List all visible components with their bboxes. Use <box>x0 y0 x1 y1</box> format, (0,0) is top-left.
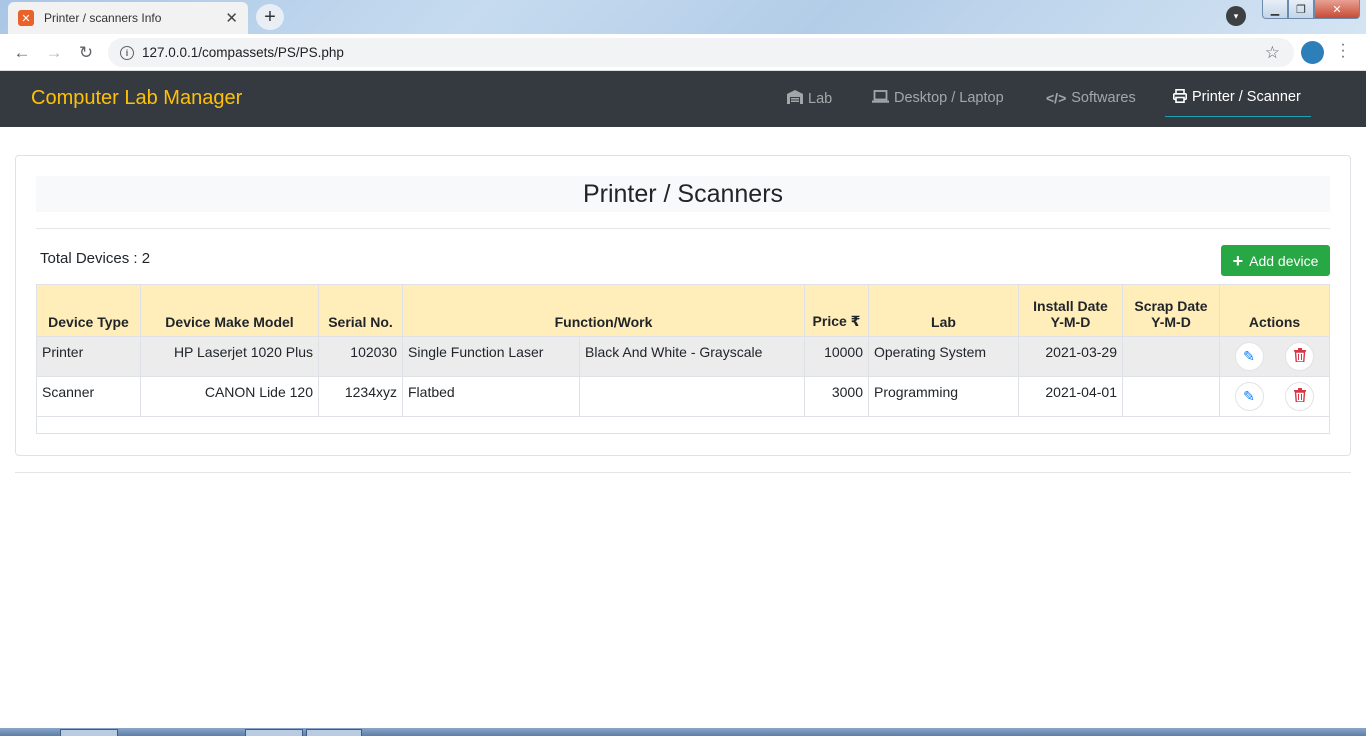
nav-label: Printer / Scanner <box>1192 89 1301 105</box>
nav-item-desktop-laptop[interactable]: Desktop / Laptop <box>872 90 1004 106</box>
laptop-icon <box>872 90 889 106</box>
edit-button[interactable]: ✎ <box>1234 342 1264 371</box>
warehouse-icon <box>787 90 803 107</box>
tab-title: Printer / scanners Info <box>44 11 162 25</box>
nav-item-printer-scanner[interactable]: Printer / Scanner <box>1165 89 1311 117</box>
taskbar-item[interactable] <box>306 729 362 736</box>
cell-function: Flatbed <box>402 376 580 417</box>
close-tab-icon[interactable]: ✕ <box>225 9 238 27</box>
nav-label: Softwares <box>1071 90 1136 106</box>
header-price: Price ₹ <box>804 284 869 337</box>
total-devices: Total Devices : 2 <box>40 250 151 267</box>
nav-label: Lab <box>808 90 833 107</box>
taskbar-item[interactable] <box>60 729 118 736</box>
cell-make-model: HP Laserjet 1020 Plus <box>140 336 319 377</box>
cell-work <box>579 376 805 417</box>
cell-install-date: 2021-03-29 <box>1018 336 1123 377</box>
browser-menu-icon[interactable]: · · · <box>1337 37 1349 65</box>
cell-function: Single Function Laser <box>402 336 580 377</box>
table-header-row: Device Type Device Make Model Serial No.… <box>36 284 1330 337</box>
cell-serial: 102030 <box>318 336 403 377</box>
header-device-type: Device Type <box>36 284 141 337</box>
trash-icon <box>1293 348 1306 365</box>
bookmark-star-icon[interactable]: ☆ <box>1265 43 1280 63</box>
printer-icon <box>1173 89 1187 106</box>
nav-item-softwares[interactable]: </> Softwares <box>1046 90 1136 106</box>
cell-make-model: CANON Lide 120 <box>140 376 319 417</box>
devices-table: Device Type Device Make Model Serial No.… <box>36 284 1330 434</box>
profile-avatar[interactable] <box>1301 41 1324 64</box>
table-row: Scanner CANON Lide 120 1234xyz Flatbed 3… <box>36 376 1330 417</box>
header-actions: Actions <box>1219 284 1330 337</box>
cell-price: 3000 <box>804 376 869 417</box>
page-divider <box>15 472 1351 473</box>
header-install-line1: Install Date <box>1033 298 1108 314</box>
devices-card: Printer / Scanners Total Devices : 2 + A… <box>15 155 1351 456</box>
card-header: Printer / Scanners <box>36 176 1330 212</box>
header-make-model: Device Make Model <box>140 284 319 337</box>
delete-button[interactable] <box>1285 342 1315 371</box>
url-text[interactable]: 127.0.0.1/compassets/PS/PS.php <box>142 45 344 60</box>
os-taskbar <box>0 728 1366 736</box>
edit-icon: ✎ <box>1243 348 1255 364</box>
cell-device-type: Scanner <box>36 376 141 417</box>
header-scrap-line1: Scrap Date <box>1134 298 1208 314</box>
back-icon[interactable]: ← <box>10 41 34 65</box>
cell-price: 10000 <box>804 336 869 377</box>
header-function: Function/Work <box>402 284 805 337</box>
cell-serial: 1234xyz <box>318 376 403 417</box>
browser-tab[interactable]: ✕ Printer / scanners Info ✕ <box>8 2 248 34</box>
site-navbar: Computer Lab Manager Lab Desktop / Lapto… <box>0 71 1366 127</box>
header-install-line2: Y-M-D <box>1050 314 1091 330</box>
cell-lab: Programming <box>868 376 1019 417</box>
xampp-icon: ✕ <box>18 10 34 26</box>
reload-icon[interactable]: ↻ <box>74 41 98 65</box>
edit-button[interactable]: ✎ <box>1234 382 1264 411</box>
browser-tabstrip: ✕ Printer / scanners Info ✕ + ▾ ▁ ❐ ✕ <box>0 0 1366 34</box>
tab-search-icon[interactable]: ▾ <box>1226 6 1246 26</box>
cell-scrap-date <box>1122 336 1220 377</box>
header-scrap-date: Scrap Date Y-M-D <box>1122 284 1220 337</box>
header-scrap-line2: Y-M-D <box>1151 314 1191 330</box>
taskbar-item[interactable] <box>245 729 303 736</box>
brand-link[interactable]: Computer Lab Manager <box>31 87 242 110</box>
nav-item-lab[interactable]: Lab <box>787 90 832 107</box>
maximize-button[interactable]: ❐ <box>1288 0 1314 19</box>
header-serial: Serial No. <box>318 284 403 337</box>
nav-label: Desktop / Laptop <box>894 90 1004 106</box>
cell-device-type: Printer <box>36 336 141 377</box>
table-footer-row <box>36 416 1330 434</box>
cell-lab: Operating System <box>868 336 1019 377</box>
new-tab-button[interactable]: + <box>256 4 284 30</box>
table-row: Printer HP Laserjet 1020 Plus 102030 Sin… <box>36 336 1330 377</box>
cell-install-date: 2021-04-01 <box>1018 376 1123 417</box>
minimize-button[interactable]: ▁ <box>1262 0 1288 19</box>
forward-icon[interactable]: → <box>42 41 66 65</box>
table-footer-cell <box>36 416 1330 434</box>
add-device-button[interactable]: + Add device <box>1221 245 1330 276</box>
edit-icon: ✎ <box>1243 388 1255 404</box>
trash-icon <box>1293 388 1306 405</box>
cell-scrap-date <box>1122 376 1220 417</box>
add-device-label: Add device <box>1249 252 1319 269</box>
divider <box>36 228 1330 229</box>
page-title: Printer / Scanners <box>582 180 784 208</box>
code-icon: </> <box>1046 90 1067 106</box>
address-bar[interactable]: i 127.0.0.1/compassets/PS/PS.php ☆ <box>108 38 1294 67</box>
header-lab: Lab <box>868 284 1019 337</box>
delete-button[interactable] <box>1285 382 1315 411</box>
site-info-icon[interactable]: i <box>120 45 134 60</box>
browser-toolbar: ← → ↻ i 127.0.0.1/compassets/PS/PS.php ☆… <box>0 34 1366 71</box>
header-install-date: Install Date Y-M-D <box>1018 284 1123 337</box>
cell-work: Black And White - Grayscale <box>579 336 805 377</box>
close-window-button[interactable]: ✕ <box>1314 0 1360 19</box>
cell-actions: ✎ <box>1219 336 1330 377</box>
plus-icon: + <box>1232 250 1244 271</box>
cell-actions: ✎ <box>1219 376 1330 417</box>
